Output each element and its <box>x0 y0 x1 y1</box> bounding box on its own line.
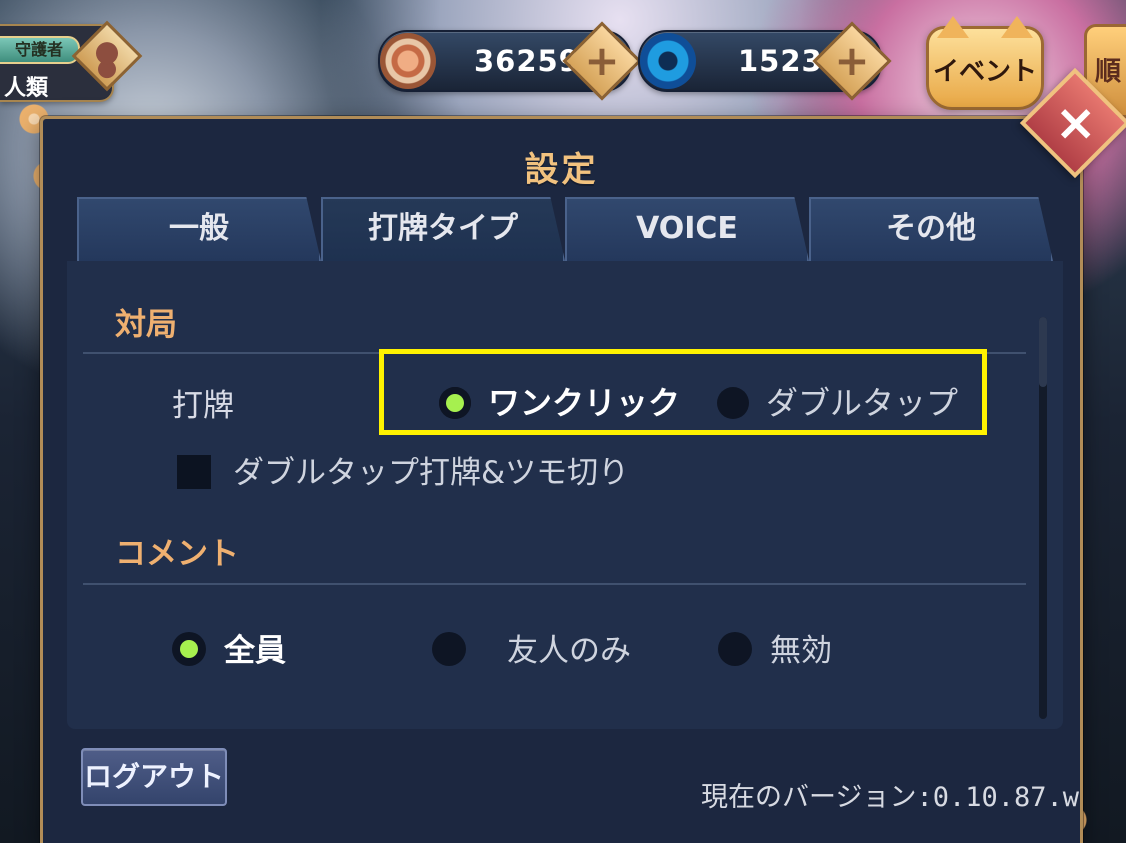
gem-icon <box>640 33 696 89</box>
event-label: イベント <box>932 57 1037 87</box>
comment-section-title: コメント <box>115 536 239 572</box>
comment-all-radio[interactable] <box>172 632 206 666</box>
add-coin-button[interactable]: + <box>562 21 642 101</box>
comment-disabled-radio[interactable] <box>718 632 752 666</box>
settings-content: 対局 打牌 ワンクリック ダブルタップ ダブルタップ打牌&ツモ切り コメント 全… <box>67 261 1063 729</box>
tab-voice[interactable]: VOICE <box>565 197 809 261</box>
comment-all-label[interactable]: 全員 <box>224 625 286 670</box>
ranking-side-tab-label: 順 <box>1095 57 1122 87</box>
plus-icon: + <box>834 36 870 85</box>
page-title: 設定 <box>524 150 599 190</box>
logout-button[interactable]: ログアウト <box>81 748 227 806</box>
add-gem-button[interactable]: + <box>812 21 892 101</box>
comment-friends-only-label[interactable]: 友人のみ <box>507 625 631 670</box>
settings-tab-bar: 一般 打牌タイプ VOICE その他 <box>77 197 1053 261</box>
tab-other[interactable]: その他 <box>809 197 1053 261</box>
coin-icon <box>380 33 436 89</box>
event-button[interactable]: イベント <box>926 16 1044 110</box>
person-icon <box>96 42 118 65</box>
section-divider <box>83 583 1026 585</box>
version-text: 現在のバージョン:0.10.87.w <box>701 782 1080 813</box>
tab-general[interactable]: 一般 <box>77 197 321 261</box>
one-click-radio[interactable] <box>439 387 471 419</box>
settings-scroll-thumb[interactable] <box>1039 317 1047 387</box>
comment-disabled-label[interactable]: 無効 <box>770 625 832 670</box>
settings-panel: 設定 一般 打牌タイプ VOICE その他 対局 打牌 ワンクリック ダブルタッ… <box>40 116 1083 843</box>
double-tap-tsumo-label[interactable]: ダブルタップ打牌&ツモ切り <box>233 447 629 492</box>
discard-setting-label: 打牌 <box>172 388 234 424</box>
gem-counter: 15230 + <box>638 21 892 101</box>
tab-discard-type[interactable]: 打牌タイプ <box>321 197 565 261</box>
settings-scrollbar[interactable] <box>1039 317 1047 719</box>
double-tap-radio[interactable] <box>717 387 749 419</box>
coin-counter: 36259 + <box>378 21 642 101</box>
rank-name: 人類 <box>4 76 49 101</box>
match-section-title: 対局 <box>115 307 177 343</box>
double-tap-tsumo-checkbox[interactable] <box>177 455 211 489</box>
rank-title: 守護者 <box>0 36 80 64</box>
comment-friends-only-radio[interactable] <box>432 632 466 666</box>
plus-icon: + <box>584 36 620 85</box>
top-hud: 守護者 人類 36259 + 15230 + イベント 順 <box>0 0 1126 118</box>
close-icon: × <box>1054 93 1097 152</box>
double-tap-label[interactable]: ダブルタップ <box>766 378 958 424</box>
one-click-label[interactable]: ワンクリック <box>488 378 680 424</box>
